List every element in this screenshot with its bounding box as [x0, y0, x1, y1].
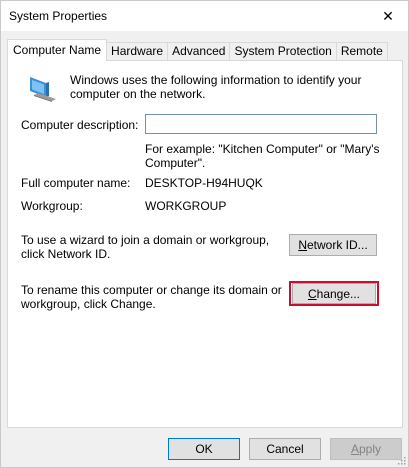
network-id-instructions: To use a wizard to join a domain or work…: [21, 233, 270, 261]
full-computer-name-label: Full computer name:: [21, 176, 131, 190]
cancel-button[interactable]: Cancel: [249, 438, 321, 460]
tab-computer-name[interactable]: Computer Name: [7, 39, 108, 61]
description-example-text: For example: "Kitchen Computer" or "Mary…: [145, 142, 380, 170]
apply-accel: A: [350, 442, 359, 456]
tab-remote[interactable]: Remote: [336, 42, 388, 61]
change-accel: C: [307, 286, 317, 301]
apply-button[interactable]: Apply: [330, 438, 402, 460]
close-button[interactable]: ✕: [368, 1, 408, 31]
computer-description-input[interactable]: [145, 114, 377, 134]
computer-description-label: Computer description:: [21, 118, 139, 132]
workgroup-value: WORKGROUP: [145, 199, 227, 213]
tab-hardware[interactable]: Hardware: [107, 42, 169, 61]
tab-system-protection[interactable]: System Protection: [230, 42, 337, 61]
window-title: System Properties: [9, 9, 108, 23]
full-computer-name-value: DESKTOP-H94HUQK: [145, 176, 263, 190]
computer-icon: [30, 77, 56, 102]
resize-grip-icon[interactable]: [396, 455, 406, 465]
apply-label: pply: [359, 442, 382, 456]
rename-instructions: To rename this computer or change its do…: [21, 283, 282, 311]
change-label: hange...: [316, 286, 361, 301]
network-id-button[interactable]: Network ID...: [289, 234, 377, 256]
intro-text: Windows uses the following information t…: [70, 73, 362, 101]
ok-button[interactable]: OK: [168, 438, 240, 460]
computer-name-panel: Windows uses the following information t…: [7, 60, 403, 428]
tab-advanced[interactable]: Advanced: [168, 42, 231, 61]
change-button[interactable]: Change...: [292, 283, 376, 304]
network-id-label: etwork ID...: [306, 238, 368, 252]
workgroup-label: Workgroup:: [21, 199, 83, 213]
tab-strip: Computer Name Hardware Advanced System P…: [7, 39, 388, 61]
title-bar: System Properties ✕: [1, 1, 408, 31]
close-icon: ✕: [382, 7, 394, 24]
system-properties-window: System Properties ✕ Computer Name Hardwa…: [0, 0, 409, 468]
network-id-accel: N: [298, 238, 307, 252]
